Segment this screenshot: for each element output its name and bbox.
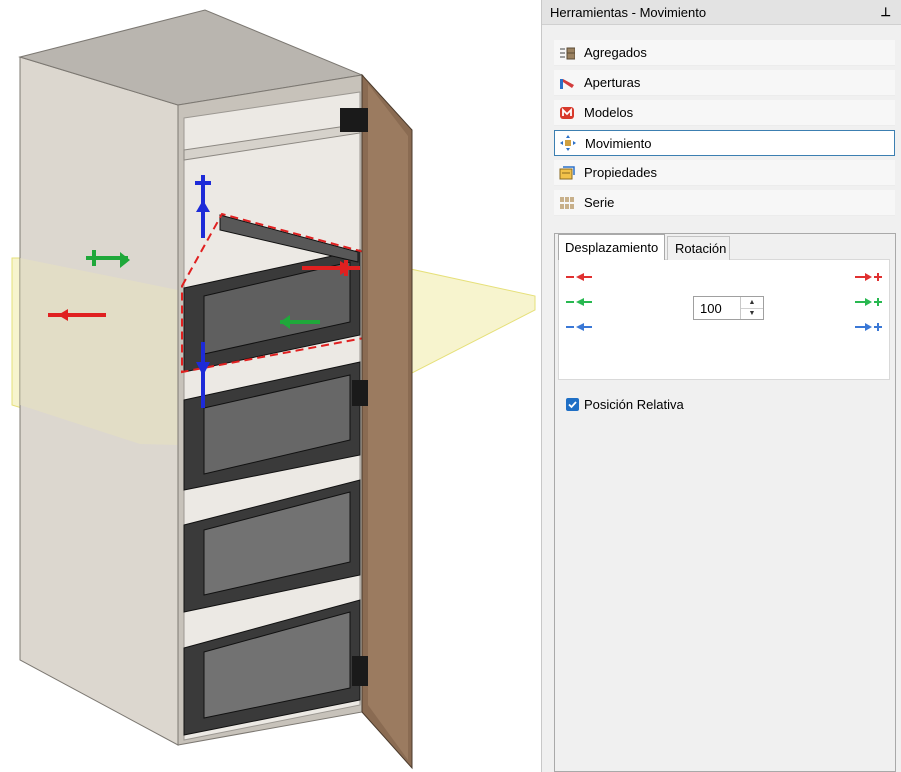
tool-label: Serie: [584, 195, 615, 210]
spinner-down-icon[interactable]: ▼: [741, 308, 763, 319]
aperturas-icon: [558, 75, 576, 91]
tool-label: Propiedades: [584, 165, 657, 180]
hinge: [352, 656, 368, 686]
modelos-icon: [558, 105, 576, 121]
move-z-positive-button[interactable]: [853, 320, 883, 334]
panel-title-bar: Herramientas - Movimiento ⊥: [542, 0, 901, 25]
tool-agregados[interactable]: Agregados: [554, 40, 895, 66]
tool-aperturas[interactable]: Aperturas: [554, 70, 895, 96]
relative-position-checkbox[interactable]: Posición Relativa: [566, 397, 684, 412]
tool-label: Movimiento: [585, 135, 652, 151]
tool-movimiento[interactable]: Movimiento: [554, 130, 895, 156]
hinge: [340, 108, 368, 132]
serie-icon: [558, 195, 576, 211]
panel-title: Herramientas - Movimiento: [550, 4, 707, 20]
step-value[interactable]: 100: [700, 301, 722, 316]
spinner-buttons: ▲ ▼: [740, 297, 763, 319]
relative-position-label: Posición Relativa: [584, 397, 684, 412]
3d-viewport[interactable]: [0, 0, 542, 772]
move-y-positive-button[interactable]: [853, 295, 883, 309]
move-y-negative-button[interactable]: [564, 295, 594, 309]
tool-label: Aperturas: [584, 75, 641, 90]
tool-serie[interactable]: Serie: [554, 190, 895, 216]
tool-propiedades[interactable]: Propiedades: [554, 160, 895, 186]
movimiento-icon: [559, 135, 577, 151]
tab-rotacion[interactable]: Rotación: [667, 236, 730, 260]
pin-icon[interactable]: ⊥: [881, 5, 891, 19]
tab-desplazamiento[interactable]: Desplazamiento: [558, 234, 665, 260]
move-z-negative-button[interactable]: [564, 320, 594, 334]
agregados-icon: [558, 45, 576, 61]
propiedades-icon: [558, 165, 576, 181]
move-x-negative-button[interactable]: [564, 270, 594, 284]
tool-label: Modelos: [584, 105, 634, 120]
step-spinner[interactable]: 100 ▲ ▼: [693, 296, 764, 320]
checkmark-icon[interactable]: [566, 398, 579, 411]
tool-label: Agregados: [584, 45, 647, 60]
tool-modelos[interactable]: Modelos: [554, 100, 895, 126]
hinge: [352, 380, 368, 406]
cabinet-3d-model[interactable]: [0, 0, 541, 772]
move-x-positive-button[interactable]: [853, 270, 883, 284]
